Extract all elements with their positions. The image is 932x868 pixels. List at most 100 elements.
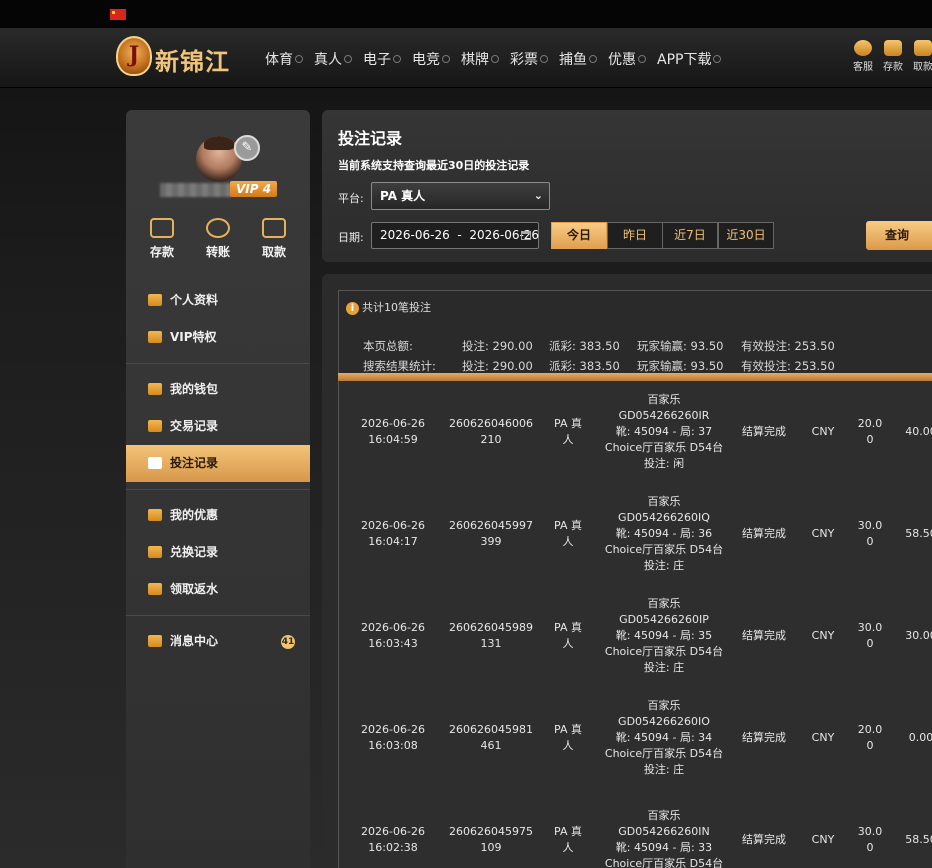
search-button[interactable]: 查询 (866, 221, 932, 250)
summary-label: 搜索结果统计: (363, 359, 436, 373)
game-detail: 百家乐 GD054266260IO 靴: 45094 - 局: 34 Choice厅百… (604, 698, 724, 778)
logo-icon[interactable]: J (116, 36, 152, 76)
payout-line: 0.00 (908, 731, 932, 744)
payout-line: 40.00 (905, 425, 932, 438)
bet-amount-line: 20.0 (857, 723, 883, 736)
payout-line: 58.50 (905, 833, 932, 846)
results-panel: i 共计10笔投注 本页总额: 投注: 290.00 派彩: 383.50 玩家输赢: … (322, 274, 932, 868)
nav-dropdown-icon (295, 55, 303, 63)
wallet-action-button[interactable]: 取款 (251, 218, 297, 260)
table-header-bar (338, 373, 932, 381)
game-detail-line: Choice厅百家乐 D54台 (604, 645, 724, 658)
quick-date-button[interactable]: 近30日 (718, 222, 774, 249)
header-action-withdraw[interactable]: 取款 (910, 40, 932, 73)
game-detail-line: 百家乐 (647, 597, 681, 610)
nav-dropdown-icon (638, 55, 646, 63)
nav-item-label: 电竞 (412, 52, 440, 68)
sidebar-item[interactable]: 兑换记录 (126, 534, 310, 571)
withdraw-icon (914, 40, 932, 56)
quick-date-button[interactable]: 今日 (551, 222, 607, 249)
platform-label: 平台: (338, 192, 364, 205)
summary-winloss: 玩家输赢: 93.50 (637, 339, 724, 353)
payout: 58.50 (901, 526, 932, 542)
bet-amount: 20.0 0 (855, 416, 885, 448)
sidebar-item[interactable]: 领取返水 (126, 571, 310, 608)
quick-date-button[interactable]: 近7日 (662, 222, 718, 249)
platform-line: 人 (562, 535, 574, 548)
nav-item[interactable]: 电子 (363, 49, 401, 69)
edit-profile-icon[interactable]: ✎ (234, 135, 260, 161)
platform-line: PA 真 (554, 723, 582, 736)
wallet-action-label: 取款 (261, 245, 286, 259)
wallet-action-button[interactable]: 存款 (139, 218, 185, 260)
header-action-wallet[interactable]: 存款 (880, 40, 906, 73)
nav-item-label: 捕鱼 (559, 52, 587, 68)
game-detail-line: GD054266260IR (618, 409, 710, 422)
platform-line: PA 真 (554, 621, 582, 634)
sidebar-item[interactable]: 个人资料 (126, 282, 310, 319)
order-number: 260626045975 109 (446, 824, 536, 856)
bet-amount-line: 20.0 (857, 417, 883, 430)
chat-icon (854, 40, 872, 56)
sidebar-item[interactable]: 消息中心 41 (126, 623, 310, 660)
sidebar-item[interactable]: VIP特权 (126, 319, 310, 356)
china-flag-icon[interactable] (110, 9, 126, 20)
nav-item[interactable]: 棋牌 (461, 49, 499, 69)
platform-select[interactable]: PA 真人 ⌄ (371, 182, 550, 210)
transfer-icon (206, 218, 230, 238)
order-number-line: 260626046006 (449, 417, 533, 430)
bet-amount-line: 0 (866, 637, 874, 650)
table-row: 2026-06-26 16:03:43 260626045989 131 PA 真人百家… (339, 585, 932, 687)
site-header: J 新锦江 体育 真人 电子 电竞 棋牌 彩票 捕鱼 优惠 APP下载 客服 存款 取款 (0, 28, 932, 88)
sidebar-item[interactable]: 投注记录 (126, 445, 310, 482)
platform-line: PA 真 (554, 825, 582, 838)
sidebar-item-label: 投注记录 (170, 456, 219, 470)
sidebar-item[interactable]: 我的优惠 (126, 497, 310, 534)
nav-item-label: 棋牌 (461, 52, 489, 68)
table-row: 2026-06-26 16:02:38 260626045975 109 PA 真人百家… (339, 789, 932, 868)
info-icon: i (346, 302, 359, 315)
nav-item[interactable]: 彩票 (510, 49, 548, 69)
profile-card-icon (148, 294, 162, 306)
nav-item[interactable]: 优惠 (608, 49, 646, 69)
game-detail-line: 投注: 庄 (643, 763, 685, 776)
summary-winloss: 玩家输赢: 93.50 (637, 359, 724, 373)
nav-dropdown-icon (491, 55, 499, 63)
date-range-input[interactable]: 2026-06-26 - 2026-06-26 (371, 222, 539, 249)
nav-item[interactable]: 电竞 (412, 49, 450, 69)
menu-group: 个人资料 VIP特权 (126, 275, 310, 363)
settle-status: 结算完成 (734, 628, 794, 644)
vip-card-icon (148, 331, 162, 343)
order-number-line: 210 (480, 433, 502, 446)
header-action-chat[interactable]: 客服 (850, 40, 876, 73)
currency-line: CNY (811, 731, 835, 744)
order-number: 260626045981 461 (446, 722, 536, 754)
game-detail: 百家乐 GD054266260IN 靴: 45094 - 局: 33 Choice厅百… (604, 808, 724, 868)
quick-date-button[interactable]: 昨日 (607, 222, 663, 249)
nav-item[interactable]: 真人 (314, 49, 352, 69)
sidebar-item-label: 我的优惠 (170, 508, 219, 522)
table-row: 2026-06-26 16:04:17 260626045997 399 PA 真人百家… (339, 483, 932, 585)
nav-item[interactable]: APP下载 (657, 49, 722, 69)
header-action-label: 取款 (913, 62, 932, 73)
currency: CNY (803, 628, 843, 644)
bet-datetime-line: 2026-06-26 (361, 723, 425, 736)
bet-amount: 20.0 0 (855, 722, 885, 754)
sidebar-item[interactable]: 我的钱包 (126, 371, 310, 408)
game-detail-line: 靴: 45094 - 局: 34 (615, 731, 713, 744)
wallet-action-button[interactable]: 转账 (195, 218, 241, 260)
platform-line: 人 (562, 841, 574, 854)
currency: CNY (803, 730, 843, 746)
wallet-icon (884, 40, 902, 56)
game-detail-line: Choice厅百家乐 D54台 (604, 857, 724, 868)
settle-status: 结算完成 (734, 526, 794, 542)
nav-item[interactable]: 体育 (265, 49, 303, 69)
game-detail-line: GD054266260IQ (618, 511, 710, 524)
sidebar-item[interactable]: 交易记录 (126, 408, 310, 445)
nav-dropdown-icon (540, 55, 548, 63)
records-table: 2026-06-26 16:04:59 260626046006 210 PA 真人百家… (338, 381, 932, 868)
nav-item[interactable]: 捕鱼 (559, 49, 597, 69)
brand-name[interactable]: 新锦江 (155, 42, 230, 77)
payout-line: 58.50 (905, 527, 932, 540)
page-title: 投注记录 (338, 129, 403, 148)
